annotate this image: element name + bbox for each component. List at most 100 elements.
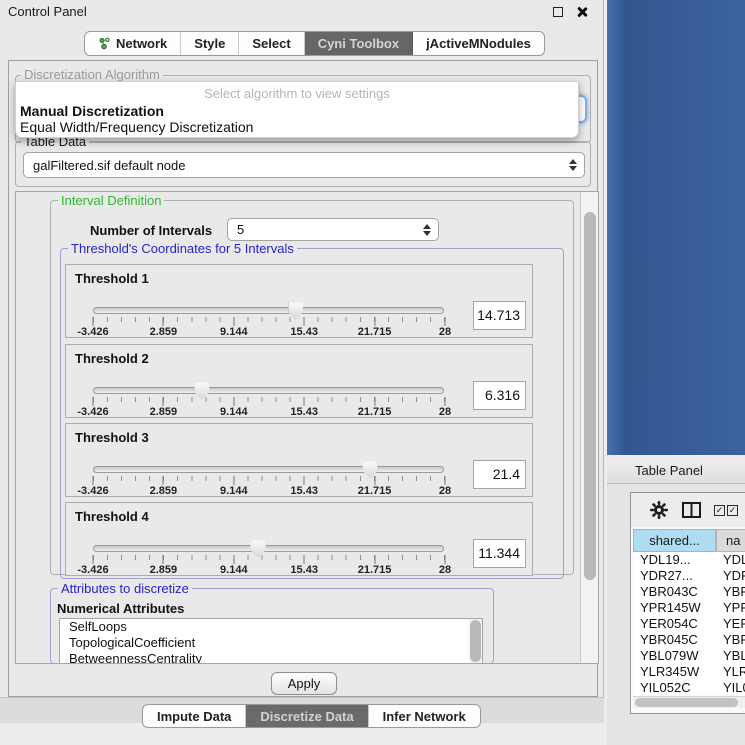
table-horizontal-scrollbar[interactable] <box>633 696 745 708</box>
split-view-icon[interactable] <box>682 502 701 518</box>
checkbox-icon[interactable]: ✓ <box>714 505 725 516</box>
table-row[interactable]: YBL079WYBL0 <box>633 648 745 664</box>
scale-tick-label: -3.426 <box>77 406 108 418</box>
cell[interactable]: YER054C <box>633 616 716 632</box>
control-panel-titlebar: Control Panel <box>0 0 603 22</box>
scale-tick-label: 9.144 <box>220 326 248 338</box>
tab-cyni-label: Cyni Toolbox <box>318 36 399 51</box>
table-header-row: shared... na <box>633 529 745 552</box>
scale-tick-label: 15.43 <box>290 406 318 418</box>
cell[interactable]: YER0 <box>716 616 745 632</box>
tab-cyni-toolbox[interactable]: Cyni Toolbox <box>305 32 413 55</box>
scale-tick-label: 28 <box>439 564 451 576</box>
tab-jactivemnodules[interactable]: jActiveMNodules <box>413 32 544 55</box>
scale-tick-label: 2.859 <box>150 406 178 418</box>
tab-impute-label: Impute Data <box>157 709 231 724</box>
tab-network[interactable]: Network <box>85 32 181 55</box>
cell[interactable]: YDL1 <box>716 552 745 568</box>
threshold-1-value-field[interactable]: 14.713 <box>473 301 526 330</box>
table-row[interactable]: YBR045CYBR0 <box>633 632 745 648</box>
table-row[interactable]: YLR345WYLR3 <box>633 664 745 680</box>
control-panel-window: Control Panel Network Style Select Cyni … <box>0 0 604 723</box>
scale-tick-label: -3.426 <box>77 485 108 497</box>
cell[interactable]: YPR145W <box>633 600 716 616</box>
slider-scale: -3.426 2.859 9.144 15.43 21.715 28 <box>93 406 445 419</box>
chevron-updown-icon <box>569 159 577 171</box>
tab-select[interactable]: Select <box>239 32 304 55</box>
tab-infer-label: Infer Network <box>383 709 466 724</box>
network-icon <box>98 37 111 50</box>
checkbox-icon[interactable]: ✓ <box>727 505 738 516</box>
scale-tick-label: 28 <box>439 485 451 497</box>
tab-infer-network[interactable]: Infer Network <box>369 705 480 727</box>
float-window-icon[interactable] <box>553 7 563 17</box>
table-row[interactable]: YER054CYER0 <box>633 616 745 632</box>
threshold-2-value-field[interactable]: 6.316 <box>473 381 526 410</box>
table-row[interactable]: YDL19...YDL1 <box>633 552 745 568</box>
cell[interactable]: YIL0 <box>716 680 745 695</box>
threshold-4-value-field[interactable]: 11.344 <box>473 539 526 568</box>
attributes-list-scrollbar[interactable] <box>469 619 482 664</box>
tab-discretize-data[interactable]: Discretize Data <box>246 705 368 727</box>
cell[interactable]: YLR3 <box>716 664 745 680</box>
cell[interactable]: YLR345W <box>633 664 716 680</box>
list-item[interactable]: TopologicalCoefficient <box>60 635 482 651</box>
cell[interactable]: YBL0 <box>716 648 745 664</box>
attributes-to-discretize-label: Attributes to discretize <box>58 581 192 596</box>
tab-network-label: Network <box>116 36 167 51</box>
table-data-combobox[interactable]: galFiltered.sif default node <box>23 152 585 178</box>
close-icon[interactable] <box>576 6 588 18</box>
table-row[interactable]: YBR043CYBR0 <box>633 584 745 600</box>
threshold-1-label: Threshold 1 <box>75 271 149 286</box>
list-item[interactable]: BetweennessCentrality <box>60 651 482 664</box>
scale-tick-label: 9.144 <box>220 406 248 418</box>
cell[interactable]: YBL079W <box>633 648 716 664</box>
column-header-shared-name[interactable]: shared... <box>633 529 716 552</box>
slider-scale: -3.426 2.859 9.144 15.43 21.715 28 <box>93 326 445 339</box>
scale-tick-label: 15.43 <box>290 564 318 576</box>
threshold-3-label: Threshold 3 <box>75 430 149 445</box>
screen: Control Panel Network Style Select Cyni … <box>0 0 745 745</box>
dropdown-hint: Select algorithm to view settings <box>16 86 578 101</box>
cyni-mode-tabs: Impute Data Discretize Data Infer Networ… <box>142 704 481 728</box>
scale-tick-label: 2.859 <box>150 485 178 497</box>
cell[interactable]: YIL052C <box>633 680 716 695</box>
table-panel-title: Table Panel <box>635 463 703 478</box>
apply-button[interactable]: Apply <box>271 672 337 695</box>
scale-tick-label: 2.859 <box>150 564 178 576</box>
gear-icon[interactable] <box>649 500 669 520</box>
scrollbar-thumb[interactable] <box>584 212 596 580</box>
cell[interactable]: YDR2 <box>716 568 745 584</box>
tab-impute-data[interactable]: Impute Data <box>143 705 246 727</box>
scale-tick-label: 2.859 <box>150 326 178 338</box>
settings-vertical-scrollbar[interactable] <box>580 192 599 663</box>
table-row[interactable]: YIL052CYIL0 <box>633 680 745 695</box>
discretization-algorithm-label: Discretization Algorithm <box>21 67 163 82</box>
cell[interactable]: YBR045C <box>633 632 716 648</box>
number-of-intervals-combobox[interactable]: 5 <box>227 218 439 241</box>
tab-style[interactable]: Style <box>181 32 239 55</box>
cell[interactable]: YBR0 <box>716 584 745 600</box>
scale-tick-label: -3.426 <box>77 326 108 338</box>
threshold-3-value-field[interactable]: 21.4 <box>473 460 526 489</box>
table-toolbar: ✓ ✓ <box>631 493 745 527</box>
scale-tick-label: 21.715 <box>358 406 392 418</box>
dropdown-option-manual[interactable]: Manual Discretization <box>20 103 164 119</box>
cell[interactable]: YPR1 <box>716 600 745 616</box>
cell[interactable]: YDL19... <box>633 552 716 568</box>
cell[interactable]: YBR043C <box>633 584 716 600</box>
numerical-attributes-label: Numerical Attributes <box>57 601 184 616</box>
scrollbar-thumb[interactable] <box>635 698 738 707</box>
threshold-4-panel: Threshold 4 -3.426 2.859 9.144 15.43 21.… <box>65 502 533 576</box>
tab-style-label: Style <box>194 36 225 51</box>
cell[interactable]: YDR27... <box>633 568 716 584</box>
slider-scale: -3.426 2.859 9.144 15.43 21.715 28 <box>93 564 445 577</box>
dropdown-option-equal-width[interactable]: Equal Width/Frequency Discretization <box>20 119 253 135</box>
list-item[interactable]: SelfLoops <box>60 619 482 635</box>
table-row[interactable]: YPR145WYPR1 <box>633 600 745 616</box>
table-data-value: galFiltered.sif default node <box>33 158 185 173</box>
chevron-updown-icon <box>423 224 431 236</box>
column-header-name[interactable]: na <box>716 529 745 552</box>
table-row[interactable]: YDR27...YDR2 <box>633 568 745 584</box>
cell[interactable]: YBR0 <box>716 632 745 648</box>
